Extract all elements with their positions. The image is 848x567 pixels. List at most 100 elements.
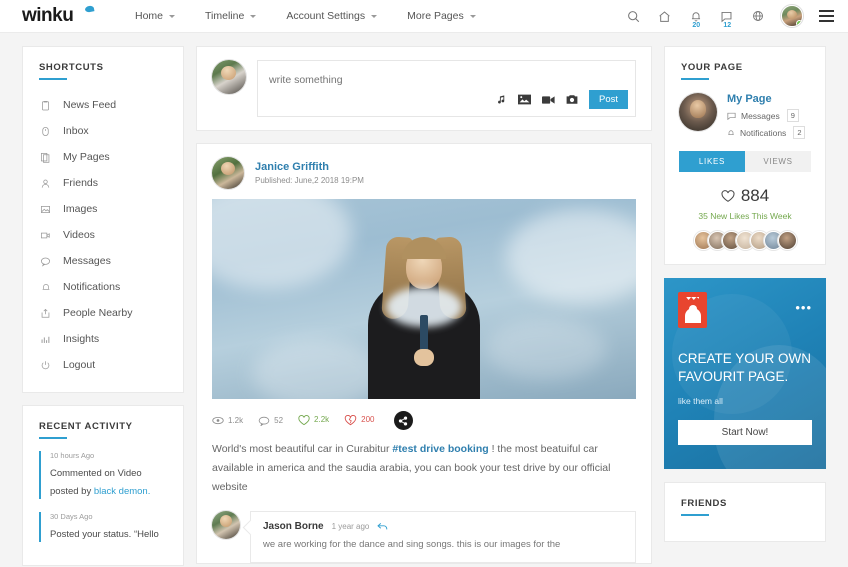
sidebar-item-my-pages[interactable]: My Pages	[23, 144, 183, 170]
sidebar-item-images[interactable]: Images	[23, 196, 183, 222]
chat-icon[interactable]: 12	[719, 5, 734, 29]
recent-activity-title: RECENT ACTIVITY	[39, 421, 133, 432]
recent-activity-widget: RECENT ACTIVITY 10 hours Ago Commented o…	[22, 405, 184, 566]
post-author-avatar[interactable]	[212, 157, 244, 189]
videos-icon	[39, 230, 52, 241]
nav-item-timeline[interactable]: Timeline	[205, 10, 257, 22]
online-status-dot	[796, 20, 802, 26]
sidebar-item-label: Inbox	[63, 125, 89, 137]
sidebar-item-label: Logout	[63, 359, 96, 371]
music-icon[interactable]	[496, 94, 507, 105]
promo-subtitle: like them all	[678, 396, 723, 407]
right-sidebar: YOUR PAGE My Page Messages 9 Notificatio…	[664, 46, 826, 567]
post-published-date: Published: June,2 2018 19:PM	[255, 176, 364, 185]
search-icon[interactable]	[626, 5, 641, 27]
tab-likes[interactable]: LIKES	[679, 151, 745, 172]
your-page-widget: YOUR PAGE My Page Messages 9 Notificatio…	[664, 46, 826, 265]
sidebar-item-inbox[interactable]: Inbox	[23, 118, 183, 144]
brand-name: winku	[22, 5, 74, 26]
sidebar-item-logout[interactable]: Logout	[23, 352, 183, 378]
comment-text: we are working for the dance and sing so…	[263, 538, 561, 550]
page-name[interactable]: My Page	[727, 93, 805, 105]
sidebar-item-notifications[interactable]: Notifications	[23, 274, 183, 300]
globe-icon[interactable]	[750, 5, 765, 27]
video-icon[interactable]	[541, 95, 555, 105]
comment-list: Jason Borne 1 year ago we are working fo…	[197, 507, 651, 563]
page-messages-row[interactable]: Messages 9	[727, 109, 805, 122]
likes-counter: 884	[665, 172, 825, 206]
avatar[interactable]	[777, 231, 797, 250]
post-button[interactable]: Post	[588, 90, 628, 109]
friends-icon	[39, 178, 52, 189]
sidebar-item-messages[interactable]: Messages	[23, 248, 183, 274]
composer-box: Post	[257, 60, 636, 117]
sidebar-item-label: Images	[63, 203, 98, 215]
avatar[interactable]	[781, 5, 803, 27]
notifications-count: 2	[793, 126, 806, 139]
post-author-name[interactable]: Janice Griffith	[255, 161, 364, 173]
hamburger-icon[interactable]	[819, 10, 834, 22]
eye-icon	[212, 416, 224, 425]
post-header: Janice Griffith Published: June,2 2018 1…	[197, 144, 651, 199]
sidebar-item-label: Notifications	[63, 281, 121, 293]
brand-mark-icon	[84, 5, 95, 13]
sidebar-item-people-nearby[interactable]: People Nearby	[23, 300, 183, 326]
sidebar-item-friends[interactable]: Friends	[23, 170, 183, 196]
activity-item[interactable]: 10 hours Ago Commented on Video posted b…	[39, 451, 167, 499]
activity-text: Posted your status. “Hello	[50, 529, 159, 540]
activity-item[interactable]: 30 Days Ago Posted your status. “Hello	[39, 512, 167, 542]
your-page-body: My Page Messages 9 Notifications 2	[665, 80, 825, 139]
camera-icon[interactable]	[566, 94, 578, 105]
likes-count: 884	[740, 186, 770, 205]
reply-icon[interactable]	[377, 522, 388, 531]
nav-item-home[interactable]: Home	[135, 10, 176, 22]
sidebar-item-label: Videos	[63, 229, 95, 241]
composer-input[interactable]	[269, 74, 624, 86]
start-now-button[interactable]: Start Now!	[678, 420, 812, 446]
bell-icon	[728, 129, 734, 135]
sidebar-item-videos[interactable]: Videos	[23, 222, 183, 248]
tab-views[interactable]: VIEWS	[745, 151, 811, 172]
stat-comments[interactable]: 52	[258, 416, 283, 426]
nav-item-account-settings[interactable]: Account Settings	[286, 10, 378, 22]
promo-menu-button[interactable]: •••	[795, 300, 812, 315]
stat-likes[interactable]: 2.2k	[298, 415, 329, 426]
people-nearby-icon	[39, 308, 52, 319]
notifications-label: Notifications	[740, 127, 787, 138]
comment-header: Jason Borne 1 year ago	[263, 521, 623, 532]
stat-dislikes[interactable]: 200	[344, 415, 375, 426]
nav-item-more-pages[interactable]: More Pages	[407, 10, 476, 22]
comment-author[interactable]: Jason Borne	[263, 521, 324, 532]
stat-views[interactable]: 1.2k	[212, 416, 243, 425]
chevron-down-icon	[469, 14, 476, 18]
comment-icon	[258, 416, 270, 426]
top-header: winku Home Timeline Account Settings Mor…	[0, 0, 848, 33]
page-avatar[interactable]	[679, 93, 717, 131]
insights-icon	[39, 334, 52, 345]
shortcuts-title: SHORTCUTS	[39, 62, 104, 73]
your-page-title: YOUR PAGE	[681, 62, 743, 73]
post-stats: 1.2k 52 2.2k 200	[197, 399, 651, 440]
sidebar-item-label: People Nearby	[63, 307, 133, 319]
brand-logo[interactable]: winku	[0, 5, 115, 27]
notifications-icon	[39, 282, 52, 293]
post-hashtag[interactable]: #test drive booking	[392, 443, 488, 455]
activity-link[interactable]: black demon.	[94, 486, 151, 497]
sidebar-item-news-feed[interactable]: News Feed	[23, 92, 183, 118]
sidebar-item-label: My Pages	[63, 151, 110, 163]
title-underline	[681, 514, 709, 516]
share-button[interactable]	[393, 411, 413, 430]
chat-icon	[727, 112, 736, 120]
image-icon[interactable]	[517, 94, 531, 105]
post-image[interactable]	[212, 199, 636, 399]
page-notifications-row[interactable]: Notifications 2	[727, 126, 806, 139]
bell-icon[interactable]: 20	[688, 5, 703, 29]
stat-value: 1.2k	[228, 416, 244, 425]
stat-value: 200	[361, 415, 375, 424]
home-icon[interactable]	[657, 5, 672, 27]
share-icon	[398, 415, 408, 426]
sidebar-item-label: News Feed	[63, 99, 117, 111]
comment-avatar[interactable]	[212, 510, 240, 539]
sidebar-item-insights[interactable]: Insights	[23, 326, 183, 352]
chevron-down-icon	[250, 14, 257, 18]
